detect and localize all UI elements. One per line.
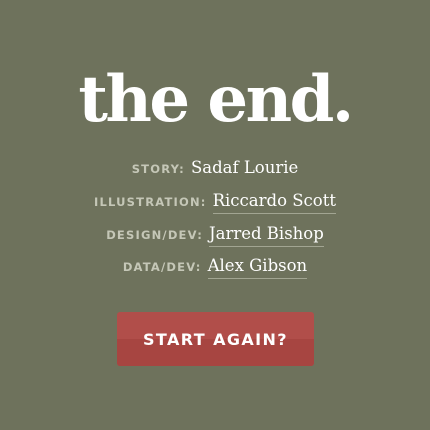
credit-name-link[interactable]: Alex Gibson — [207, 256, 308, 279]
credit-design-dev: DESIGN/DEV: Jarred Bishop — [0, 224, 430, 254]
page-title: the end. — [78, 62, 354, 137]
credit-illustration: ILLUSTRATION: Riccardo Scott — [0, 191, 430, 221]
credit-role-label: DESIGN/DEV: — [106, 228, 203, 242]
credit-name: Sadaf Lourie — [190, 158, 299, 177]
credit-role-label: ILLUSTRATION: — [94, 195, 207, 209]
credit-role-label: STORY: — [131, 162, 185, 176]
start-again-label: START AGAIN? — [143, 329, 288, 349]
credit-data-dev: DATA/DEV: Alex Gibson — [0, 256, 430, 286]
credit-role-label: DATA/DEV: — [122, 260, 202, 274]
credit-story: STORY: Sadaf Lourie — [0, 158, 430, 188]
credit-name-link[interactable]: Riccardo Scott — [212, 191, 336, 214]
credit-name-link[interactable]: Jarred Bishop — [209, 224, 324, 247]
start-again-button[interactable]: START AGAIN? — [117, 312, 314, 366]
